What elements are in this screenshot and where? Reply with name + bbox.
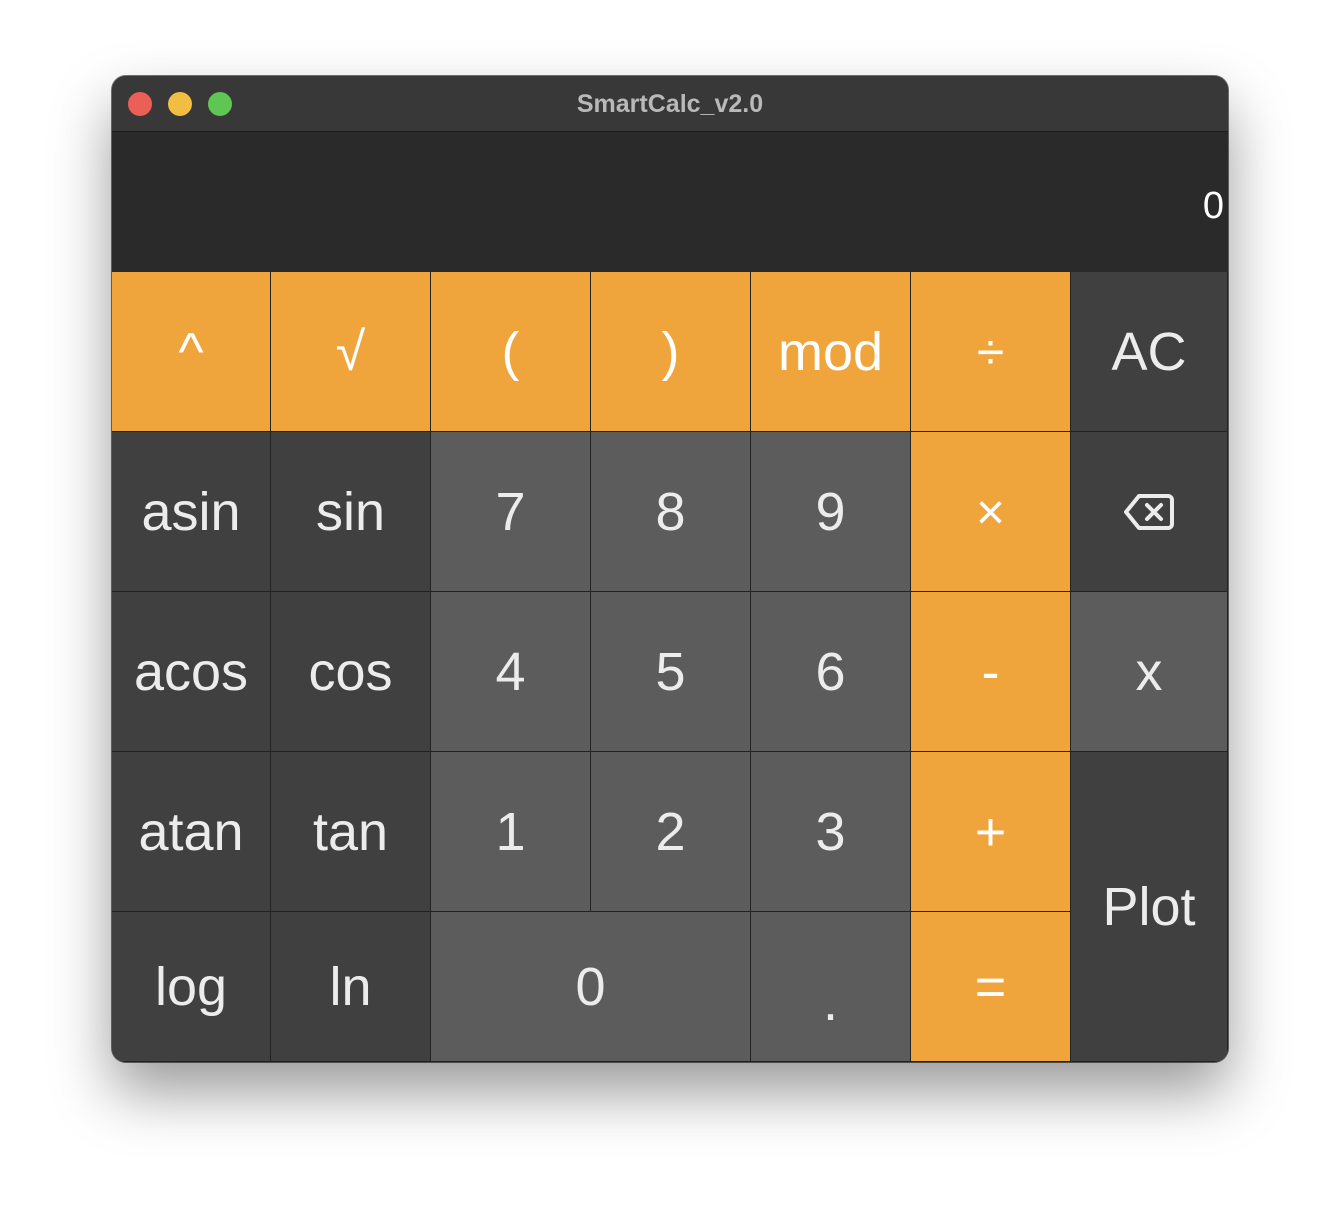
- ln-button[interactable]: ln: [271, 912, 431, 1062]
- cos-label: cos: [308, 641, 393, 702]
- log-button[interactable]: log: [112, 912, 271, 1062]
- log-label: log: [154, 956, 228, 1017]
- mod-label: mod: [777, 321, 884, 382]
- title-bar: SmartCalc_v2.0: [112, 76, 1228, 132]
- calculator-window: SmartCalc_v2.0 0 ^ √ ( ) mod ÷ AC asin s…: [112, 76, 1228, 1062]
- sin-button[interactable]: sin: [271, 432, 431, 592]
- digit-5-label: 5: [655, 641, 686, 702]
- multiply-button[interactable]: ×: [911, 432, 1071, 592]
- sqrt-label: √: [335, 321, 366, 382]
- digit-5-button[interactable]: 5: [591, 592, 751, 752]
- digit-4-button[interactable]: 4: [431, 592, 591, 752]
- all-clear-button[interactable]: AC: [1071, 272, 1228, 432]
- acos-button[interactable]: acos: [112, 592, 271, 752]
- atan-label: atan: [138, 801, 244, 862]
- plot-button[interactable]: Plot: [1071, 752, 1228, 1062]
- digit-8-label: 8: [655, 481, 686, 542]
- power-label: ^: [178, 321, 204, 382]
- digit-3-label: 3: [815, 801, 846, 862]
- backspace-button[interactable]: [1071, 432, 1228, 592]
- acos-label: acos: [133, 641, 249, 702]
- variable-x-label: x: [1135, 641, 1163, 702]
- digit-3-button[interactable]: 3: [751, 752, 911, 912]
- sqrt-button[interactable]: √: [271, 272, 431, 432]
- atan-button[interactable]: atan: [112, 752, 271, 912]
- divide-button[interactable]: ÷: [911, 272, 1071, 432]
- tan-button[interactable]: tan: [271, 752, 431, 912]
- left-paren-button[interactable]: (: [431, 272, 591, 432]
- digit-0-label: 0: [575, 956, 606, 1017]
- digit-0-button[interactable]: 0: [431, 912, 751, 1062]
- plus-label: +: [974, 801, 1007, 862]
- digit-7-label: 7: [495, 481, 526, 542]
- digit-9-label: 9: [815, 481, 846, 542]
- equals-button[interactable]: =: [911, 912, 1071, 1062]
- window-title: SmartCalc_v2.0: [576, 90, 764, 118]
- decimal-point-button[interactable]: .: [751, 912, 911, 1062]
- right-paren-button[interactable]: ): [591, 272, 751, 432]
- decimal-point-label: .: [822, 971, 838, 1032]
- digit-2-label: 2: [655, 801, 686, 862]
- minus-button[interactable]: -: [911, 592, 1071, 752]
- digit-1-button[interactable]: 1: [431, 752, 591, 912]
- sin-label: sin: [315, 481, 386, 542]
- keypad: ^ √ ( ) mod ÷ AC asin sin 7 8 9 × acos c…: [112, 272, 1228, 1062]
- ln-label: ln: [329, 956, 372, 1017]
- digit-7-button[interactable]: 7: [431, 432, 591, 592]
- digit-4-label: 4: [495, 641, 526, 702]
- power-button[interactable]: ^: [112, 272, 271, 432]
- multiply-label: ×: [975, 483, 1006, 540]
- plot-label: Plot: [1102, 876, 1196, 937]
- digit-1-label: 1: [495, 801, 526, 862]
- digit-2-button[interactable]: 2: [591, 752, 751, 912]
- right-paren-label: ): [661, 321, 680, 382]
- digit-6-label: 6: [815, 641, 846, 702]
- digit-8-button[interactable]: 8: [591, 432, 751, 592]
- asin-button[interactable]: asin: [112, 432, 271, 592]
- equals-label: =: [974, 956, 1007, 1017]
- all-clear-label: AC: [1111, 321, 1187, 382]
- asin-label: asin: [141, 481, 241, 542]
- left-paren-label: (: [501, 321, 520, 382]
- plus-button[interactable]: +: [911, 752, 1071, 912]
- variable-x-button[interactable]: x: [1071, 592, 1228, 752]
- minus-label: -: [981, 641, 1000, 702]
- backspace-icon: [1124, 493, 1174, 530]
- tan-label: tan: [312, 801, 389, 862]
- cos-button[interactable]: cos: [271, 592, 431, 752]
- calculator-display: 0: [112, 132, 1228, 272]
- digit-6-button[interactable]: 6: [751, 592, 911, 752]
- mod-button[interactable]: mod: [751, 272, 911, 432]
- digit-9-button[interactable]: 9: [751, 432, 911, 592]
- display-value: 0: [1202, 185, 1224, 227]
- divide-label: ÷: [976, 323, 1005, 380]
